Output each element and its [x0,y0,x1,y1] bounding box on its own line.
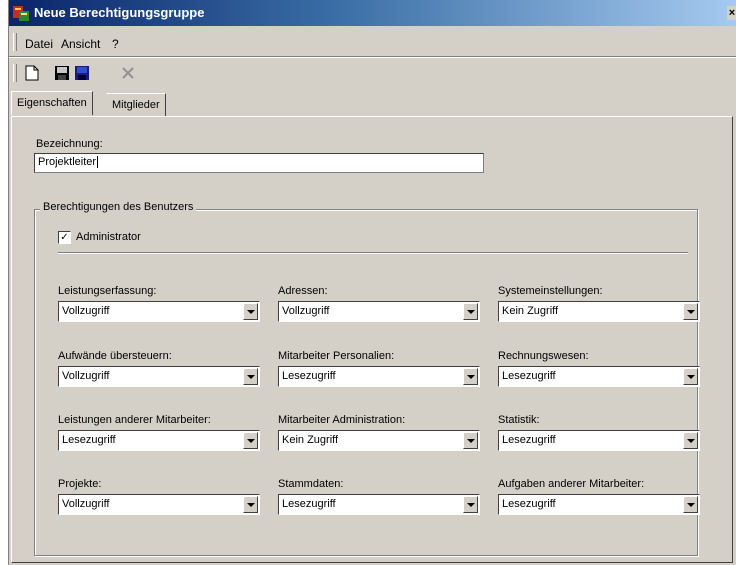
chevron-down-icon [687,310,695,314]
dropdown-button[interactable] [683,496,698,513]
menu-bar: Datei Ansicht ? [9,26,736,57]
chevron-down-icon [467,375,475,379]
bezeichnung-input[interactable]: Projektleiter [34,153,484,173]
menu-ansicht[interactable]: Ansicht [61,37,100,51]
perm-select-value: Vollzugriff [62,370,110,382]
save-all-icon[interactable] [73,64,91,82]
perm-label-aufwände-übersteuern: Aufwände übersteuern: [58,350,172,362]
chevron-down-icon [247,375,255,379]
close-button[interactable]: × [727,6,736,20]
dropdown-button[interactable] [683,432,698,449]
menubar-grip [13,33,17,51]
perm-select-aufwände-übersteuern[interactable]: Vollzugriff [58,366,260,387]
toolbar [9,57,736,88]
perm-select-mitarbeiter-administration[interactable]: Kein Zugriff [278,430,480,451]
perm-label-statistik: Statistik: [498,414,540,426]
check-icon: ✓ [60,232,69,243]
dialog-window: Neue Berechtigungsgruppe × Datei Ansicht… [8,0,736,565]
perm-select-aufgaben-anderer-mitarbeiter[interactable]: Lesezugriff [498,494,700,515]
perm-select-value: Kein Zugriff [502,305,559,317]
chevron-down-icon [467,439,475,443]
perm-select-value: Vollzugriff [62,305,110,317]
properties-panel: Bezeichnung: Projektleiter Berechtigunge… [11,116,733,563]
dropdown-button[interactable] [463,432,478,449]
tab-eigenschaften[interactable]: Eigenschaften [11,91,93,115]
perm-select-value: Kein Zugriff [282,434,339,446]
separator-line [58,252,688,254]
chevron-down-icon [247,503,255,507]
perm-select-rechnungswesen[interactable]: Lesezugriff [498,366,700,387]
perm-label-rechnungswesen: Rechnungswesen: [498,350,589,362]
perm-label-mitarbeiter-personalien: Mitarbeiter Personalien: [278,350,395,362]
perm-select-adressen[interactable]: Vollzugriff [278,301,480,322]
perm-label-stammdaten: Stammdaten: [278,478,344,490]
perm-select-stammdaten[interactable]: Lesezugriff [278,494,480,515]
delete-icon[interactable] [119,64,137,82]
toolbar-grip [13,64,17,82]
chevron-down-icon [467,310,475,314]
perm-select-value: Lesezugriff [502,498,556,510]
chevron-down-icon [687,439,695,443]
bezeichnung-value: Projektleiter [38,156,97,168]
tab-strip: Eigenschaften Mitglieder [9,91,736,116]
perm-select-leistungen-anderer-mitarbeiter[interactable]: Lesezugriff [58,430,260,451]
app-icon [13,6,29,21]
perm-label-adressen: Adressen: [278,285,328,297]
dropdown-button[interactable] [683,368,698,385]
chevron-down-icon [247,310,255,314]
dropdown-button[interactable] [243,496,258,513]
title-bar[interactable]: Neue Berechtigungsgruppe × [9,0,736,26]
chevron-down-icon [687,375,695,379]
perm-label-leistungserfassung: Leistungserfassung: [58,285,157,297]
perm-label-mitarbeiter-administration: Mitarbeiter Administration: [278,414,406,426]
perm-select-statistik[interactable]: Lesezugriff [498,430,700,451]
perm-select-value: Lesezugriff [502,434,556,446]
dropdown-button[interactable] [683,303,698,320]
window-title: Neue Berechtigungsgruppe [34,5,205,20]
perm-select-systemeinstellungen[interactable]: Kein Zugriff [498,301,700,322]
perm-select-value: Vollzugriff [282,305,330,317]
save-icon[interactable] [53,64,71,82]
dropdown-button[interactable] [463,368,478,385]
bezeichnung-label: Bezeichnung: [36,138,103,150]
chevron-down-icon [247,439,255,443]
dropdown-button[interactable] [243,432,258,449]
perm-select-value: Lesezugriff [282,370,336,382]
tab-mitglieder[interactable]: Mitglieder [107,93,166,116]
perm-select-value: Lesezugriff [62,434,116,446]
menu-datei[interactable]: Datei [25,37,53,51]
dropdown-button[interactable] [463,303,478,320]
perm-select-value: Lesezugriff [282,498,336,510]
administrator-label: Administrator [76,231,141,243]
perm-select-value: Lesezugriff [502,370,556,382]
dropdown-button[interactable] [463,496,478,513]
perm-select-value: Vollzugriff [62,498,110,510]
permissions-group-title: Berechtigungen des Benutzers [40,201,197,213]
dropdown-button[interactable] [243,303,258,320]
dropdown-button[interactable] [243,368,258,385]
text-cursor [97,156,99,169]
perm-select-leistungserfassung[interactable]: Vollzugriff [58,301,260,322]
perm-label-projekte: Projekte: [58,478,102,490]
perm-select-mitarbeiter-personalien[interactable]: Lesezugriff [278,366,480,387]
new-document-icon[interactable] [23,64,41,82]
close-icon: × [728,7,736,19]
perm-label-leistungen-anderer-mitarbeiter: Leistungen anderer Mitarbeiter: [58,414,211,426]
administrator-checkbox[interactable]: ✓ [58,231,71,244]
menu-help[interactable]: ? [112,37,119,51]
perm-label-systemeinstellungen: Systemeinstellungen: [498,285,603,297]
chevron-down-icon [687,503,695,507]
chevron-down-icon [467,503,475,507]
perm-label-aufgaben-anderer-mitarbeiter: Aufgaben anderer Mitarbeiter: [498,478,645,490]
perm-select-projekte[interactable]: Vollzugriff [58,494,260,515]
